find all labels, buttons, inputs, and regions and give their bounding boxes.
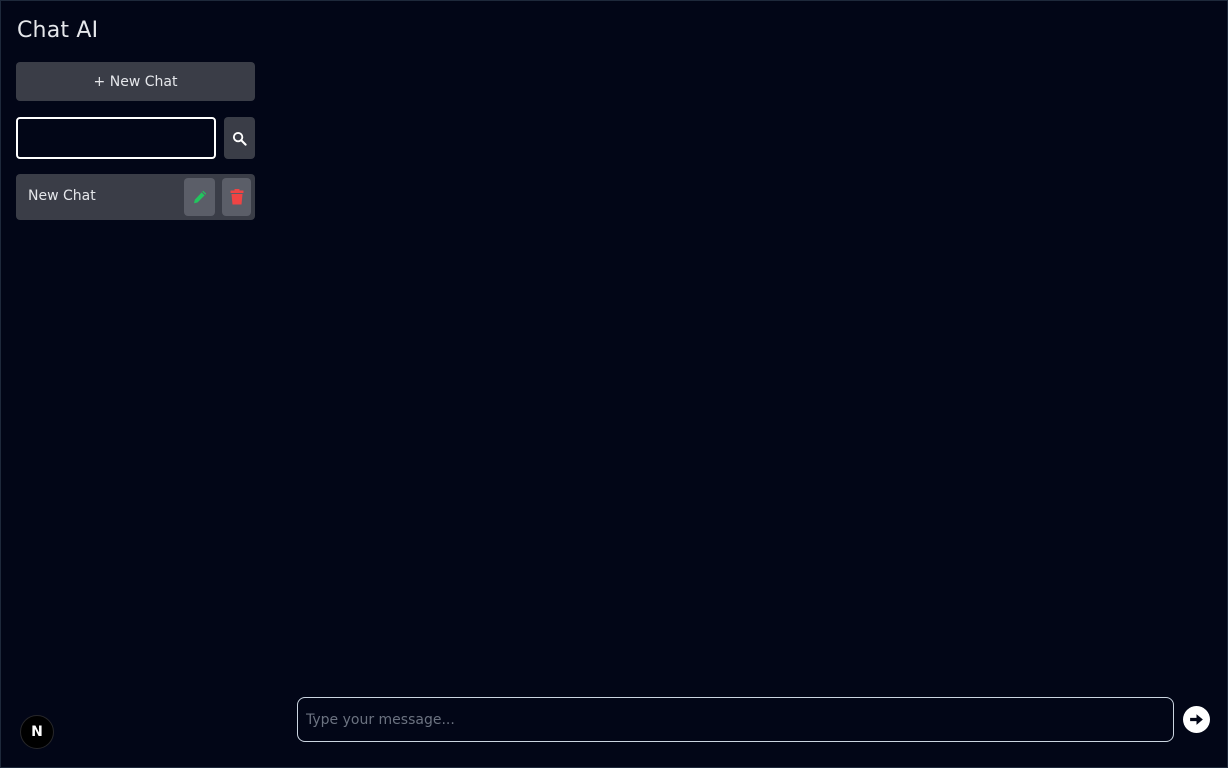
app-title: Chat AI xyxy=(17,18,99,43)
send-button[interactable] xyxy=(1183,706,1210,733)
search-icon xyxy=(232,131,247,146)
trash-icon xyxy=(230,189,243,205)
user-avatar[interactable]: N xyxy=(20,715,54,749)
delete-chat-button[interactable] xyxy=(222,178,251,216)
message-input[interactable] xyxy=(297,697,1174,742)
sidebar: Chat AI + New Chat New Chat N xyxy=(1,1,271,767)
pencil-icon xyxy=(193,190,206,204)
search-button[interactable] xyxy=(224,117,255,159)
app-window: Chat AI + New Chat New Chat N Type your … xyxy=(0,0,1228,768)
edit-chat-button[interactable] xyxy=(184,178,215,216)
chat-item-title: New Chat xyxy=(28,188,96,204)
chat-list-item[interactable]: New Chat xyxy=(16,174,255,220)
new-chat-button[interactable]: + New Chat xyxy=(16,62,255,101)
search-input[interactable] xyxy=(16,117,216,159)
arrow-right-circle-icon xyxy=(1190,714,1203,725)
